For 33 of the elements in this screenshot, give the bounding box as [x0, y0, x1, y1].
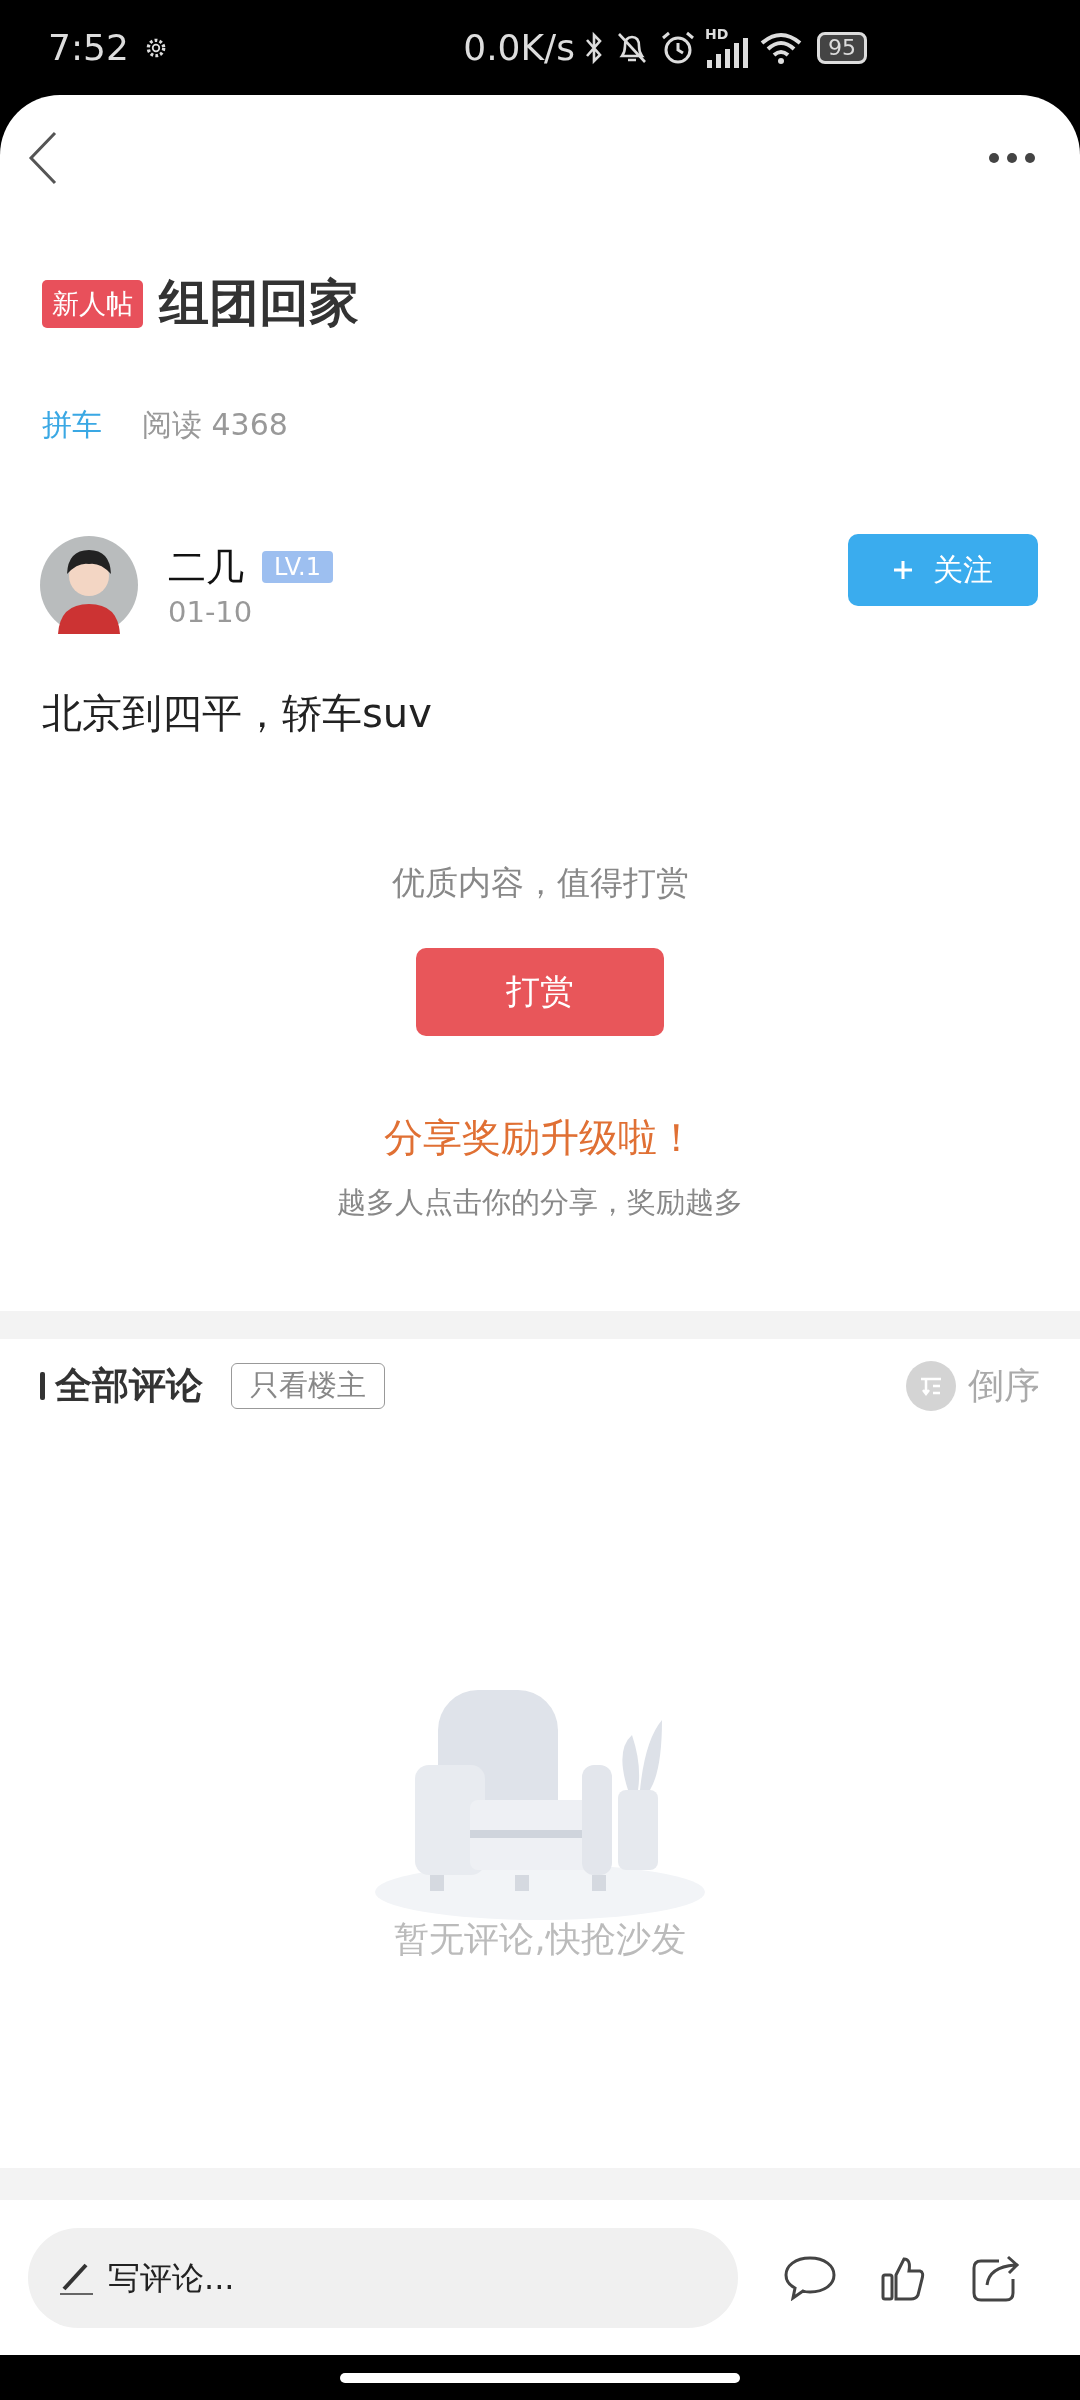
follow-button[interactable]: 关注 — [848, 534, 1038, 606]
comment-bar[interactable]: 写评论... — [28, 2227, 738, 2328]
comment-icon[interactable] — [783, 2254, 837, 2301]
new-post-badge: 新人帖 — [42, 279, 143, 328]
comments-title: 全部评论 — [55, 1363, 203, 1409]
tip-button[interactable]: 打赏 — [416, 948, 664, 1036]
author-only-filter[interactable]: 只看楼主 — [231, 1363, 385, 1409]
status-time: 7:52 — [48, 27, 129, 68]
empty-comments-text: 暂无评论,快抢沙发 — [394, 1918, 686, 1961]
network-type: HD — [705, 25, 729, 42]
network-speed: 0.0K/s — [463, 27, 575, 68]
wifi-icon — [759, 30, 803, 65]
post-date: 01-10 — [168, 594, 254, 629]
read-count: 阅读 4368 — [142, 406, 288, 444]
reward-prompt: 优质内容，值得打赏 — [391, 862, 689, 904]
category-link[interactable]: 拼车 — [42, 405, 102, 446]
home-indicator[interactable] — [340, 2372, 740, 2383]
plus-icon — [893, 560, 913, 580]
sort-label[interactable]: 倒序 — [968, 1361, 1040, 1411]
back-icon[interactable] — [28, 130, 58, 185]
signal-icon — [705, 37, 751, 68]
comment-input-field[interactable]: 写评论... — [106, 2257, 738, 2298]
share-text: 越多人点击你的分享，奖励越多 — [337, 1184, 743, 1221]
post-content: 北京到四平，轿车suv — [41, 689, 433, 738]
gear-icon — [144, 36, 167, 59]
battery-indicator: 95 — [817, 31, 867, 64]
share-title: 分享奖励升级啦！ — [384, 1114, 696, 1162]
more-icon[interactable] — [988, 151, 1036, 164]
accent-bar — [40, 1372, 45, 1400]
post-title: 组团回家 — [159, 273, 359, 334]
avatar-icon[interactable] — [40, 536, 138, 634]
author-name[interactable]: 二几 — [168, 541, 244, 593]
level-badge: LV.1 — [262, 551, 333, 583]
